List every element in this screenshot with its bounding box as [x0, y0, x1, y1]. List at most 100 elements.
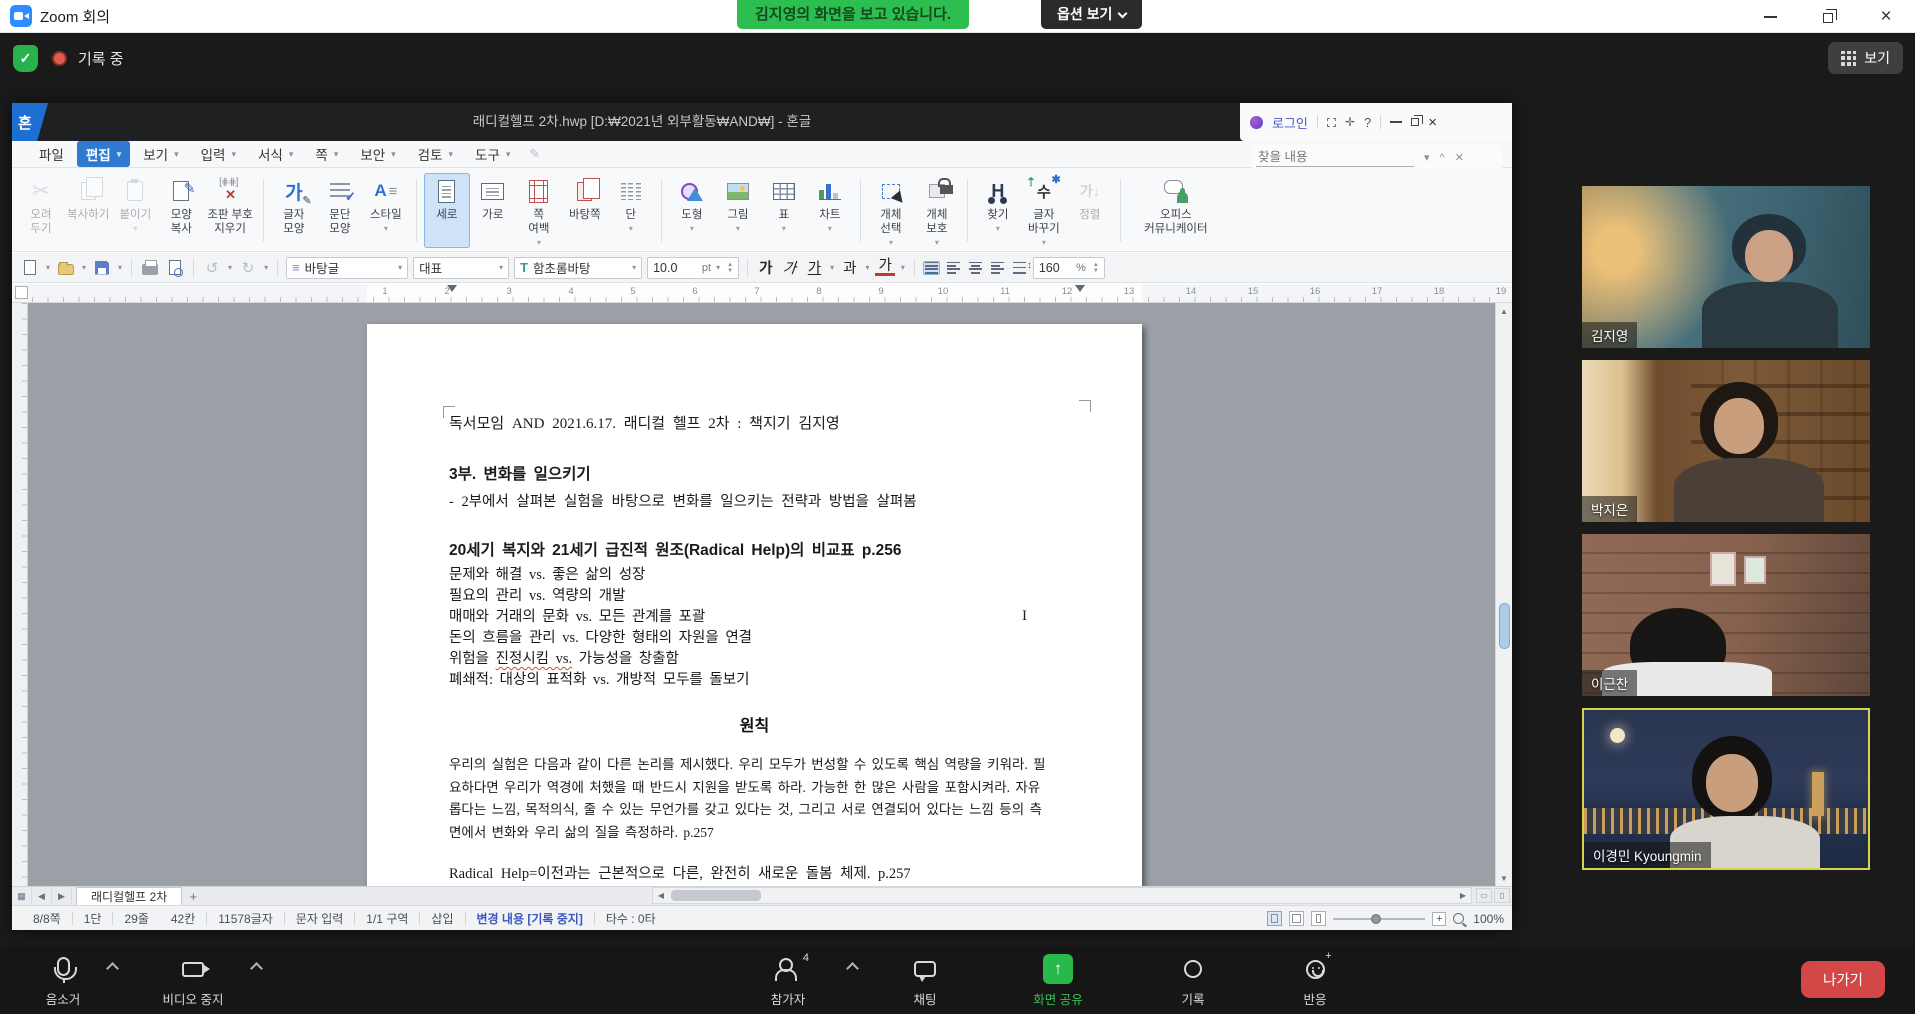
participant-video-2[interactable]: 박지은	[1582, 360, 1870, 522]
toolbar-landscape[interactable]: 가로	[470, 173, 516, 248]
style-select[interactable]: ≡바탕글▾	[286, 257, 408, 279]
reactions-button[interactable]: + 반응	[1280, 954, 1350, 1008]
hwp-restore-button[interactable]	[1411, 118, 1419, 126]
scroll-left-icon[interactable]: ◀	[653, 891, 669, 900]
toolbar-replace[interactable]: 수글자 바꾸기	[1021, 173, 1067, 248]
align-right-button[interactable]	[989, 261, 1006, 275]
view-mode-2-icon[interactable]	[1289, 911, 1304, 926]
ribbon-toggle-icon[interactable]: ✛	[1345, 115, 1355, 129]
open-icon[interactable]	[56, 258, 76, 278]
toolbar-table[interactable]: 표	[761, 173, 807, 248]
italic-button[interactable]: 가	[779, 257, 801, 278]
document-tab[interactable]: 래디컬헬프 2차	[76, 887, 182, 905]
toolbar-office-communicator[interactable]: 오피스 커뮤니케이터	[1128, 173, 1224, 248]
fullscreen-icon[interactable]	[1327, 118, 1336, 127]
horizontal-scrollbar[interactable]: ◀ ▶	[652, 887, 1472, 904]
find-close-icon[interactable]: ✕	[1455, 151, 1464, 164]
menu-input[interactable]: 입력	[192, 141, 245, 167]
hscroll-thumb[interactable]	[671, 890, 761, 901]
find-prev-icon[interactable]: ^	[1440, 152, 1445, 164]
toolbar-clear-marks[interactable]: 조판 부호 지우기	[204, 173, 256, 248]
menu-security[interactable]: 보안	[351, 141, 404, 167]
menu-view[interactable]: 보기	[134, 141, 187, 167]
login-link[interactable]: 로그인	[1272, 113, 1308, 132]
toolbar-para-shape[interactable]: 문단 모양	[317, 173, 363, 248]
vscroll-thumb[interactable]	[1499, 603, 1510, 649]
toolbar-portrait[interactable]: 세로	[424, 173, 470, 248]
toolbar-cut[interactable]: ✂오려 두기	[18, 173, 64, 248]
line-spacing-select[interactable]: 160%▲▼	[1033, 257, 1105, 279]
menu-page[interactable]: 쪽	[306, 141, 347, 167]
participant-video-1[interactable]: 김지영	[1582, 186, 1870, 348]
toolbar-object-select[interactable]: 개체 선택	[868, 173, 914, 248]
magnifier-icon[interactable]	[1453, 913, 1464, 924]
zoom-slider-knob[interactable]	[1371, 914, 1381, 924]
participants-button[interactable]: 4 참가자	[748, 954, 828, 1008]
font-select[interactable]: T함초롬바탕▾	[514, 257, 642, 279]
vertical-ruler[interactable]	[12, 303, 28, 886]
toolbar-master-page[interactable]: 바탕쪽	[562, 173, 608, 248]
status-insert-mode[interactable]: 삽입	[420, 910, 464, 927]
video-options-chevron[interactable]	[250, 962, 263, 975]
align-justify-button[interactable]	[923, 261, 940, 275]
highlight-color-button[interactable]: 가	[875, 259, 894, 277]
menu-file[interactable]: 파일	[30, 141, 73, 167]
mute-button[interactable]: 음소거	[28, 954, 98, 1008]
scroll-right-icon[interactable]: ▶	[1455, 891, 1471, 900]
leave-button[interactable]: 나가기	[1801, 961, 1885, 998]
save-icon[interactable]	[92, 258, 112, 278]
underline-button[interactable]: 가	[805, 257, 824, 278]
redo-icon[interactable]: ↻	[238, 258, 258, 278]
split-horizontal-icon[interactable]: ▭	[1476, 888, 1492, 903]
toolbar-char-shape[interactable]: 가글자 모양	[271, 173, 317, 248]
char-color-button[interactable]: 과	[840, 257, 859, 278]
toolbar-chart[interactable]: 차트	[807, 173, 853, 248]
participants-options-chevron[interactable]	[846, 962, 859, 975]
view-mode-3-icon[interactable]	[1311, 911, 1326, 926]
toolbar-style[interactable]: A스타일	[363, 173, 409, 248]
toolbar-copy[interactable]: 복사하기	[64, 173, 112, 248]
status-track-changes[interactable]: 변경 내용 [기록 중지]	[466, 910, 594, 927]
new-document-icon[interactable]	[20, 258, 40, 278]
new-tab-button[interactable]: +	[182, 887, 204, 905]
restore-button[interactable]	[1799, 0, 1857, 33]
toolbar-page-margin[interactable]: 쪽 여백	[516, 173, 562, 248]
menu-tools[interactable]: 도구	[466, 141, 519, 167]
toolbar-format-copy[interactable]: 모양 복사	[158, 173, 204, 248]
menu-review[interactable]: 검토	[409, 141, 462, 167]
font-size-select[interactable]: 10.0pt▾▲▼	[647, 257, 739, 279]
menu-format[interactable]: 서식	[249, 141, 302, 167]
line-spacing-icon[interactable]	[1011, 261, 1028, 275]
tab-list-icon[interactable]: ▦	[12, 887, 32, 905]
ruler-corner-box[interactable]	[15, 286, 28, 299]
record-button[interactable]: 기록	[1158, 954, 1228, 1008]
status-input-mode[interactable]: 문자 입력	[285, 910, 355, 927]
tab-next-icon[interactable]: ▶	[52, 887, 72, 905]
toolbar-picture[interactable]: 그림	[715, 173, 761, 248]
view-layout-button[interactable]: 보기	[1828, 42, 1903, 74]
zoom-in-icon[interactable]: +	[1432, 912, 1446, 926]
toolbar-object-protect[interactable]: 개체 보호	[914, 173, 960, 248]
scroll-down-icon[interactable]: ▼	[1496, 870, 1512, 886]
hwp-close-button[interactable]: ×	[1428, 115, 1437, 130]
stop-video-button[interactable]: 비디오 중지	[148, 954, 238, 1008]
toolbar-paste[interactable]: 붙이기	[112, 173, 158, 248]
help-icon[interactable]: ?	[1364, 115, 1371, 130]
security-shield-icon[interactable]: ✓	[13, 45, 38, 72]
minimize-button[interactable]	[1741, 0, 1799, 33]
toolbar-find[interactable]: H찾기	[975, 173, 1021, 248]
align-center-button[interactable]	[967, 261, 984, 275]
left-margin-marker[interactable]	[447, 285, 457, 292]
align-left-button[interactable]	[945, 261, 962, 275]
chat-button[interactable]: 채팅	[895, 954, 955, 1008]
hwp-logo-icon[interactable]: 혼	[12, 103, 48, 141]
split-vertical-icon[interactable]: ▯	[1494, 888, 1510, 903]
bold-button[interactable]: 가	[756, 257, 775, 278]
print-icon[interactable]	[140, 258, 160, 278]
find-options-icon[interactable]: ▾	[1424, 151, 1430, 164]
toolbar-sort[interactable]: 가↓정렬	[1067, 173, 1113, 248]
zoom-slider[interactable]	[1333, 912, 1425, 926]
vertical-scrollbar[interactable]: ▲ ▼	[1495, 303, 1512, 886]
toolbar-shapes[interactable]: 도형	[669, 173, 715, 248]
customize-icon[interactable]: ✎	[529, 146, 540, 162]
